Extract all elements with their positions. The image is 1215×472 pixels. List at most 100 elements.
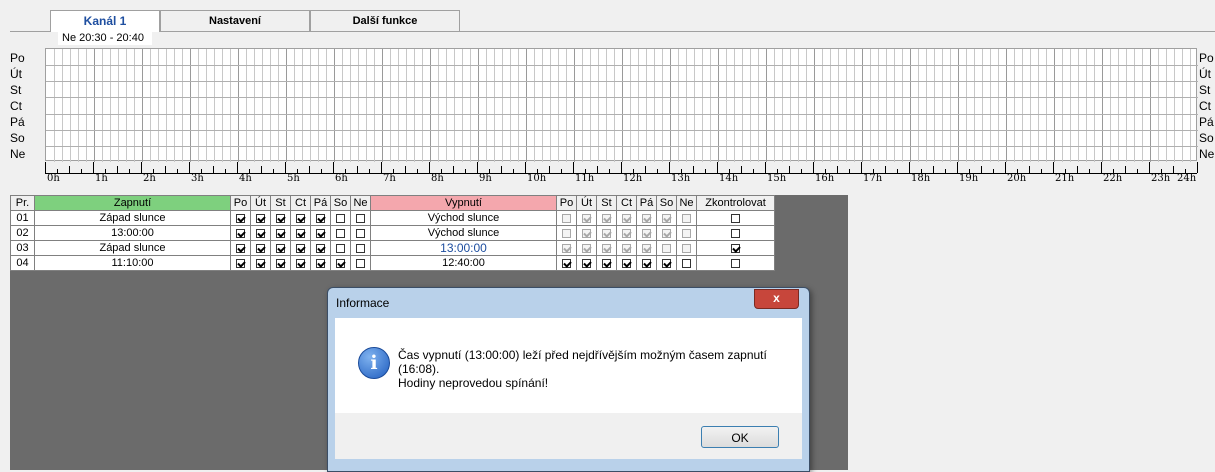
table-row[interactable]: 01 Západ slunce Východ slunce — [10, 210, 775, 226]
table-row[interactable]: 04 11:10:00 12:40:00 — [10, 255, 775, 271]
off-day-checkbox-cell — [596, 210, 617, 226]
off-day-checkbox-cell — [556, 225, 577, 241]
off-day-checkbox[interactable] — [662, 258, 671, 268]
hour-label: 0h — [47, 173, 60, 184]
off-day-checkbox-cell — [656, 240, 677, 256]
zkontrolovat-checkbox[interactable] — [731, 243, 740, 253]
on-day-checkbox[interactable] — [256, 228, 265, 238]
vypnuti-cell[interactable]: 12:40:00 — [370, 255, 557, 271]
on-day-checkbox[interactable] — [236, 228, 245, 238]
on-day-checkbox[interactable] — [336, 213, 345, 223]
table-row[interactable]: 02 13:00:00 Východ slunce — [10, 225, 775, 241]
vypnuti-cell[interactable]: Východ slunce — [370, 210, 557, 226]
hour-label: 23h — [1151, 173, 1171, 184]
on-day-checkbox-cell — [230, 210, 251, 226]
on-day-checkbox[interactable] — [256, 243, 265, 253]
on-day-checkbox[interactable] — [356, 213, 365, 223]
on-day-checkbox[interactable] — [276, 213, 285, 223]
on-day-checkbox[interactable] — [276, 243, 285, 253]
on-day-checkbox-cell — [290, 240, 311, 256]
hour-label: 9h — [479, 173, 492, 184]
row-number: 01 — [10, 210, 35, 226]
on-day-checkbox[interactable] — [236, 213, 245, 223]
off-day-checkbox — [682, 213, 691, 223]
off-day-checkbox[interactable] — [642, 258, 651, 268]
hour-label: 16h — [815, 173, 835, 184]
on-day-checkbox[interactable] — [296, 258, 305, 268]
tab-dalsi-funkce[interactable]: Další funkce — [310, 10, 460, 31]
close-button[interactable]: x — [754, 289, 799, 309]
table-row[interactable]: 03 Západ slunce 13:00:00 — [10, 240, 775, 256]
off-day-checkbox[interactable] — [622, 258, 631, 268]
on-day-checkbox[interactable] — [336, 258, 345, 268]
day-label-left: St — [10, 83, 22, 97]
off-day-checkbox — [642, 243, 651, 253]
hour-label: 24h — [1177, 173, 1197, 184]
off-day-checkbox — [582, 228, 591, 238]
row-number: 02 — [10, 225, 35, 241]
off-day-checkbox[interactable] — [562, 258, 571, 268]
message-line-1: Čas vypnutí (13:00:00) leží před nejdřív… — [398, 348, 767, 362]
week-schedule-grid[interactable] — [45, 48, 1198, 162]
off-day-checkbox-cell — [576, 240, 597, 256]
zkontrolovat-checkbox[interactable] — [731, 258, 740, 268]
on-day-checkbox[interactable] — [316, 228, 325, 238]
hour-label: 14h — [719, 173, 739, 184]
on-day-checkbox[interactable] — [236, 258, 245, 268]
on-day-checkbox[interactable] — [296, 243, 305, 253]
header-zapnuti: Zapnutí — [34, 195, 231, 211]
off-day-checkbox — [622, 213, 631, 223]
on-day-checkbox[interactable] — [256, 258, 265, 268]
vypnuti-cell[interactable]: Východ slunce — [370, 225, 557, 241]
on-day-checkbox[interactable] — [316, 213, 325, 223]
on-day-checkbox[interactable] — [356, 258, 365, 268]
day-label-left: Po — [10, 51, 25, 65]
hour-label: 6h — [335, 173, 348, 184]
off-day-checkbox-cell — [576, 225, 597, 241]
on-day-checkbox[interactable] — [356, 228, 365, 238]
on-day-checkbox[interactable] — [236, 243, 245, 253]
off-day-checkbox[interactable] — [602, 258, 611, 268]
zkontrolovat-checkbox[interactable] — [731, 213, 740, 223]
zkontrolovat-checkbox[interactable] — [731, 228, 740, 238]
on-day-checkbox[interactable] — [316, 258, 325, 268]
zapnuti-cell[interactable]: 13:00:00 — [34, 225, 231, 241]
off-day-checkbox — [582, 243, 591, 253]
on-day-checkbox[interactable] — [336, 228, 345, 238]
on-day-checkbox-cell — [330, 255, 351, 271]
on-day-checkbox[interactable] — [316, 243, 325, 253]
tab-kanal-1[interactable]: Kanál 1 — [50, 10, 160, 32]
zapnuti-cell[interactable]: Západ slunce — [34, 240, 231, 256]
on-day-checkbox-cell — [310, 255, 331, 271]
hour-label: 8h — [431, 173, 444, 184]
message-line-2: (16:08). — [398, 362, 440, 376]
off-day-checkbox-cell — [556, 210, 577, 226]
tab-nastaveni[interactable]: Nastavení — [160, 10, 310, 31]
dialog-footer: OK — [335, 413, 802, 459]
on-day-checkbox[interactable] — [276, 258, 285, 268]
on-day-checkbox[interactable] — [276, 228, 285, 238]
off-day-checkbox-cell — [616, 255, 637, 271]
off-day-checkbox — [582, 213, 591, 223]
zkontrolovat-checkbox-cell — [696, 210, 775, 226]
on-day-checkbox[interactable] — [296, 213, 305, 223]
ok-button[interactable]: OK — [701, 426, 779, 448]
on-day-checkbox[interactable] — [296, 228, 305, 238]
row-number: 04 — [10, 255, 35, 271]
off-day-checkbox — [642, 213, 651, 223]
on-day-checkbox[interactable] — [256, 213, 265, 223]
on-day-checkbox-cell — [290, 225, 311, 241]
vypnuti-cell[interactable]: 13:00:00 — [370, 240, 557, 256]
on-day-checkbox[interactable] — [356, 243, 365, 253]
on-day-checkbox[interactable] — [336, 243, 345, 253]
on-day-checkbox-cell — [330, 240, 351, 256]
on-day-checkbox-cell — [230, 255, 251, 271]
off-day-checkbox-cell — [636, 210, 657, 226]
on-day-checkbox-cell — [290, 255, 311, 271]
zapnuti-cell[interactable]: Západ slunce — [34, 210, 231, 226]
off-day-checkbox[interactable] — [582, 258, 591, 268]
day-label-right: Po — [1199, 51, 1214, 65]
off-day-checkbox-cell — [616, 210, 637, 226]
zapnuti-cell[interactable]: 11:10:00 — [34, 255, 231, 271]
off-day-checkbox[interactable] — [682, 258, 691, 268]
